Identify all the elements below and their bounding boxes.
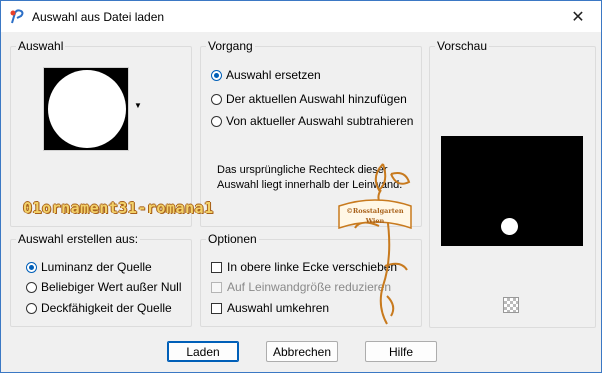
close-button[interactable]: ✕ — [555, 1, 601, 32]
thumbnail-white-circle — [48, 70, 126, 148]
radio-dot — [211, 93, 222, 105]
load-button[interactable]: Laden — [167, 341, 239, 362]
radio-label: Luminanz der Quelle — [41, 260, 152, 274]
radio-label: Von aktueller Auswahl subtrahieren — [226, 114, 414, 128]
radio-beliebiger-wert[interactable]: Beliebiger Wert außer Null — [26, 279, 182, 295]
group-optionen-title: Optionen — [206, 232, 259, 246]
radio-dot — [26, 302, 37, 314]
radio-dot — [26, 261, 37, 273]
transparency-toggle-icon[interactable] — [503, 297, 519, 313]
radio-dot — [211, 115, 222, 127]
stamp-line2: Wien — [365, 217, 385, 225]
group-auswahl-title: Auswahl — [16, 39, 66, 53]
radio-dot — [211, 69, 222, 81]
preview-canvas — [441, 136, 583, 246]
thumbnail-dropdown-arrow-icon[interactable]: ▼ — [134, 101, 142, 110]
radio-luminanz[interactable]: Luminanz der Quelle — [26, 259, 152, 275]
checkbox-box — [211, 261, 222, 273]
radio-deckfaehigkeit[interactable]: Deckfähigkeit der Quelle — [26, 300, 172, 316]
check-auswahl-umkehren[interactable]: Auswahl umkehren — [211, 300, 329, 316]
radio-auswahl-ersetzen[interactable]: Auswahl ersetzen — [211, 67, 321, 83]
help-button[interactable]: Hilfe — [365, 341, 437, 362]
checkbox-label: Auswahl umkehren — [227, 301, 330, 315]
filename-watermark: 01ornament31-romana1 — [23, 199, 214, 217]
window-title: Auswahl aus Datei laden — [32, 10, 165, 24]
radio-label: Deckfähigkeit der Quelle — [41, 301, 172, 315]
watermark-stamp-logo: ©Rosstalgarten Wien — [338, 163, 412, 325]
close-icon: ✕ — [571, 8, 585, 26]
cancel-button[interactable]: Abbrechen — [266, 341, 338, 362]
checkbox-box — [211, 281, 222, 293]
radio-subtrahieren[interactable]: Von aktueller Auswahl subtrahieren — [211, 113, 413, 129]
radio-label: Auswahl ersetzen — [226, 68, 321, 82]
selection-thumbnail[interactable] — [43, 67, 129, 151]
dialog-window: Auswahl aus Datei laden ✕ Auswahl ▼ Vorg… — [0, 0, 602, 373]
radio-label: Beliebiger Wert außer Null — [41, 280, 182, 294]
preview-white-dot — [501, 218, 518, 235]
group-vorschau-title: Vorschau — [435, 39, 490, 53]
group-erstellen-title: Auswahl erstellen aus: — [16, 232, 141, 246]
radio-dot — [26, 281, 37, 293]
checkbox-box — [211, 302, 222, 314]
title-bar: Auswahl aus Datei laden ✕ — [1, 1, 601, 32]
group-vorgang-title: Vorgang — [206, 39, 255, 53]
radio-hinzufuegen[interactable]: Der aktuellen Auswahl hinzufügen — [211, 91, 407, 107]
stamp-line1: ©Rosstalgarten — [346, 207, 404, 215]
radio-label: Der aktuellen Auswahl hinzufügen — [226, 92, 407, 106]
group-vorschau: Vorschau — [429, 39, 596, 328]
paintshop-app-icon — [10, 9, 24, 24]
